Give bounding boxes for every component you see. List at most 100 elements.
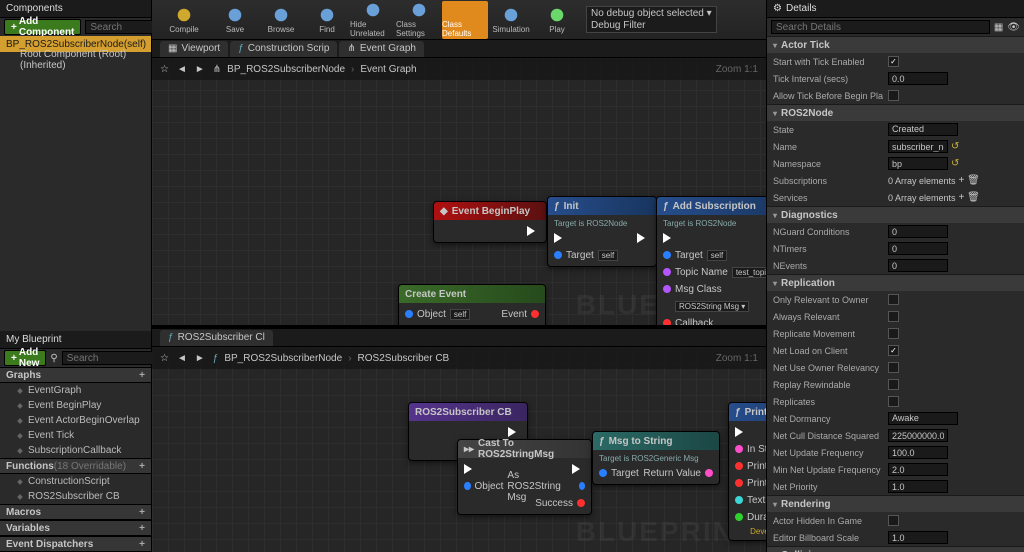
blueprint-item[interactable]: Event BeginPlay [0, 398, 151, 413]
breadcrumb[interactable]: ƒ BP_ROS2SubscriberNode›ROS2Subscriber C… [213, 353, 449, 364]
value-input[interactable] [888, 480, 948, 493]
node-print-string[interactable]: ƒ Print String In String Print to Screen… [728, 402, 766, 541]
value-input[interactable] [888, 259, 948, 272]
tab-eventgraph[interactable]: ⋔ Event Graph [339, 41, 424, 57]
details-section[interactable]: ROS2Node [767, 104, 1024, 121]
hide-unrelated-button[interactable]: Hide Unrelated [350, 1, 396, 39]
toolbar: CompileSaveBrowseFindHide UnrelatedClass… [152, 0, 766, 40]
details-row: Net Cull Distance Squared [767, 427, 1024, 444]
details-row: Tick Interval (secs) [767, 70, 1024, 87]
graph-tabs: ▦ Viewport ƒ Construction Scrip ⋔ Event … [152, 40, 766, 58]
node-create-event[interactable]: Create Event ObjectselfEvent Signature: … [398, 284, 546, 325]
details-row: NEvents [767, 257, 1024, 274]
checkbox[interactable] [888, 56, 899, 67]
value-input[interactable] [888, 429, 948, 442]
simulation-button[interactable]: Simulation [488, 1, 534, 39]
checkbox[interactable] [888, 328, 899, 339]
value-input[interactable] [888, 72, 948, 85]
details-row: Replicates [767, 393, 1024, 410]
dropdown[interactable]: Awake [888, 412, 958, 425]
details-row: Services0 Array elements + 🗑 [767, 189, 1024, 206]
blueprint-item[interactable]: SubscriptionCallback [0, 443, 151, 458]
browse-button[interactable]: Browse [258, 1, 304, 39]
view-options-icon[interactable]: ▦ [994, 22, 1003, 33]
tab-construction[interactable]: ƒ Construction Scrip [230, 41, 337, 57]
tab-ros2subscriber[interactable]: ƒ ROS2Subscriber Cl [160, 330, 273, 346]
settings-icon[interactable]: 👁 [1007, 22, 1020, 33]
play-button[interactable]: Play [534, 1, 580, 39]
details-section[interactable]: Rendering [767, 495, 1024, 512]
event-graph-canvas[interactable]: ☆ ◄ ► ⋔ BP_ROS2SubscriberNode›Event Grap… [152, 58, 766, 325]
checkbox[interactable] [888, 362, 899, 373]
tab-viewport[interactable]: ▦ Viewport [160, 41, 228, 57]
details-row: Editor Billboard Scale [767, 529, 1024, 546]
checkbox[interactable] [888, 345, 899, 356]
zoom-label: Zoom 1:1 [716, 64, 758, 75]
nav-back-icon[interactable]: ◄ [177, 353, 187, 364]
section-header[interactable]: Graphs+ [0, 367, 151, 383]
add-new-button[interactable]: Add New [4, 350, 46, 366]
node-add-subscription[interactable]: ƒ Add Subscription Target is ROS2Node Ta… [656, 196, 766, 325]
class-settings-button[interactable]: Class Settings [396, 1, 442, 39]
value-input[interactable] [888, 531, 948, 544]
blueprint-item[interactable]: EventGraph [0, 383, 151, 398]
section-header[interactable]: Event Dispatchers+ [0, 536, 151, 552]
subscriber-graph-canvas[interactable]: ☆ ◄ ► ƒ BP_ROS2SubscriberNode›ROS2Subscr… [152, 347, 766, 552]
details-tab[interactable]: ⚙ Details [767, 0, 1024, 18]
details-row: Net DormancyAwake [767, 410, 1024, 427]
details-row: Net Update Frequency [767, 444, 1024, 461]
add-component-button[interactable]: Add Component [4, 19, 81, 35]
details-section[interactable]: Actor Tick [767, 36, 1024, 53]
details-section[interactable]: Diagnostics [767, 206, 1024, 223]
value-input[interactable] [888, 242, 948, 255]
value-input[interactable] [888, 225, 948, 238]
details-section[interactable]: Collision [767, 546, 1024, 552]
blueprint-item[interactable]: ConstructionScript [0, 474, 151, 489]
blueprint-item[interactable]: ROS2Subscriber CB [0, 489, 151, 504]
dropdown[interactable]: Created [888, 123, 958, 136]
checkbox[interactable] [888, 90, 899, 101]
details-row: NTimers [767, 240, 1024, 257]
checkbox[interactable] [888, 294, 899, 305]
compile-button[interactable]: Compile [156, 1, 212, 39]
favorite-icon[interactable]: ☆ [160, 353, 169, 364]
blueprint-item[interactable]: Event ActorBeginOverlap [0, 413, 151, 428]
debug-object-dropdown[interactable]: No debug object selected ▾ Debug Filter [586, 6, 717, 33]
section-header[interactable]: Variables+ [0, 520, 151, 536]
value-input[interactable] [888, 463, 948, 476]
value-input[interactable] [888, 157, 948, 170]
class-defaults-button[interactable]: Class Defaults [442, 1, 488, 39]
value-input[interactable] [888, 446, 948, 459]
section-header[interactable]: Macros+ [0, 504, 151, 520]
node-msg-to-string[interactable]: ƒ Msg to String Target is ROS2Generic Ms… [592, 431, 720, 485]
details-row: Net Priority [767, 478, 1024, 495]
details-section[interactable]: Replication [767, 274, 1024, 291]
node-init[interactable]: ƒ Init Target is ROS2Node Targetself [547, 196, 657, 267]
nav-back-icon[interactable]: ◄ [177, 64, 187, 75]
value-input[interactable] [888, 140, 948, 153]
checkbox[interactable] [888, 379, 899, 390]
breadcrumb[interactable]: ⋔ BP_ROS2SubscriberNode›Event Graph [213, 64, 417, 75]
nav-fwd-icon[interactable]: ► [195, 64, 205, 75]
details-row: Net Load on Client [767, 342, 1024, 359]
checkbox[interactable] [888, 311, 899, 322]
checkbox[interactable] [888, 396, 899, 407]
find-button[interactable]: Find [304, 1, 350, 39]
details-search-input[interactable] [771, 20, 990, 34]
section-header[interactable]: Functions (18 Overridable)+ [0, 458, 151, 474]
node-event-beginplay[interactable]: ◆ Event BeginPlay [433, 201, 547, 243]
details-icon: ⚙ [773, 3, 782, 14]
blueprint-item[interactable]: Event Tick [0, 428, 151, 443]
details-row: Min Net Update Frequency [767, 461, 1024, 478]
node-cast[interactable]: ▸▸ Cast To ROS2StringMsg ObjectAs ROS2St… [457, 439, 592, 515]
component-item[interactable]: Root Component (Root) (Inherited) [0, 52, 151, 68]
save-button[interactable]: Save [212, 1, 258, 39]
details-row: Net Use Owner Relevancy [767, 359, 1024, 376]
favorite-icon[interactable]: ☆ [160, 64, 169, 75]
details-row: Subscriptions0 Array elements + 🗑 [767, 172, 1024, 189]
checkbox[interactable] [888, 515, 899, 526]
nav-fwd-icon[interactable]: ► [195, 353, 205, 364]
filter-icon[interactable]: ⚲ [50, 353, 57, 363]
details-row: Replicate Movement [767, 325, 1024, 342]
zoom-label: Zoom 1:1 [716, 353, 758, 364]
